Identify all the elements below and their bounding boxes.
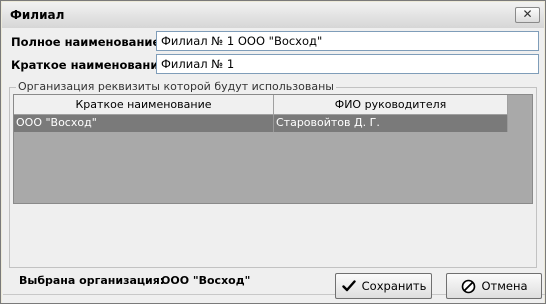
short-name-label: Краткое наименование: [11, 58, 167, 72]
cancel-button-label: Отмена: [481, 279, 528, 293]
dialog-content: Полное наименование Филиал № 1 ООО "Восх…: [2, 28, 545, 303]
save-button-label: Сохранить: [361, 279, 427, 293]
table-row[interactable]: ООО "Восход" Старовойтов Д. Г.: [14, 115, 508, 132]
organization-group-legend: Организация реквизиты которой будут испо…: [16, 80, 336, 93]
checkmark-icon: [341, 278, 357, 294]
cancel-button[interactable]: Отмена: [446, 273, 542, 299]
full-name-label: Полное наименование: [11, 35, 161, 49]
cell-short-name: ООО "Восход": [14, 115, 274, 132]
column-header-director[interactable]: ФИО руководителя: [274, 95, 508, 115]
window-title: Филиал: [10, 8, 65, 22]
cancel-icon: [460, 278, 476, 294]
title-bar[interactable]: Филиал ✕: [2, 2, 544, 29]
table-header: Краткое наименование ФИО руководителя: [14, 95, 508, 115]
close-button[interactable]: ✕: [515, 7, 540, 23]
save-button[interactable]: Сохранить: [335, 273, 432, 299]
close-icon: ✕: [522, 7, 533, 21]
full-name-input[interactable]: Филиал № 1 ООО "Восход": [156, 31, 539, 51]
short-name-input[interactable]: Филиал № 1: [156, 54, 539, 74]
dialog-window: Филиал ✕ Полное наименование Филиал № 1 …: [0, 0, 546, 304]
organization-group: Организация реквизиты которой будут испо…: [9, 80, 537, 287]
selected-organization-label: Выбрана организация:: [19, 274, 165, 287]
selected-organization-value: ООО "Восход": [161, 274, 251, 287]
organization-table[interactable]: Краткое наименование ФИО руководителя ОО…: [13, 94, 533, 204]
cell-director: Старовойтов Д. Г.: [274, 115, 508, 132]
column-header-short-name[interactable]: Краткое наименование: [14, 95, 274, 115]
